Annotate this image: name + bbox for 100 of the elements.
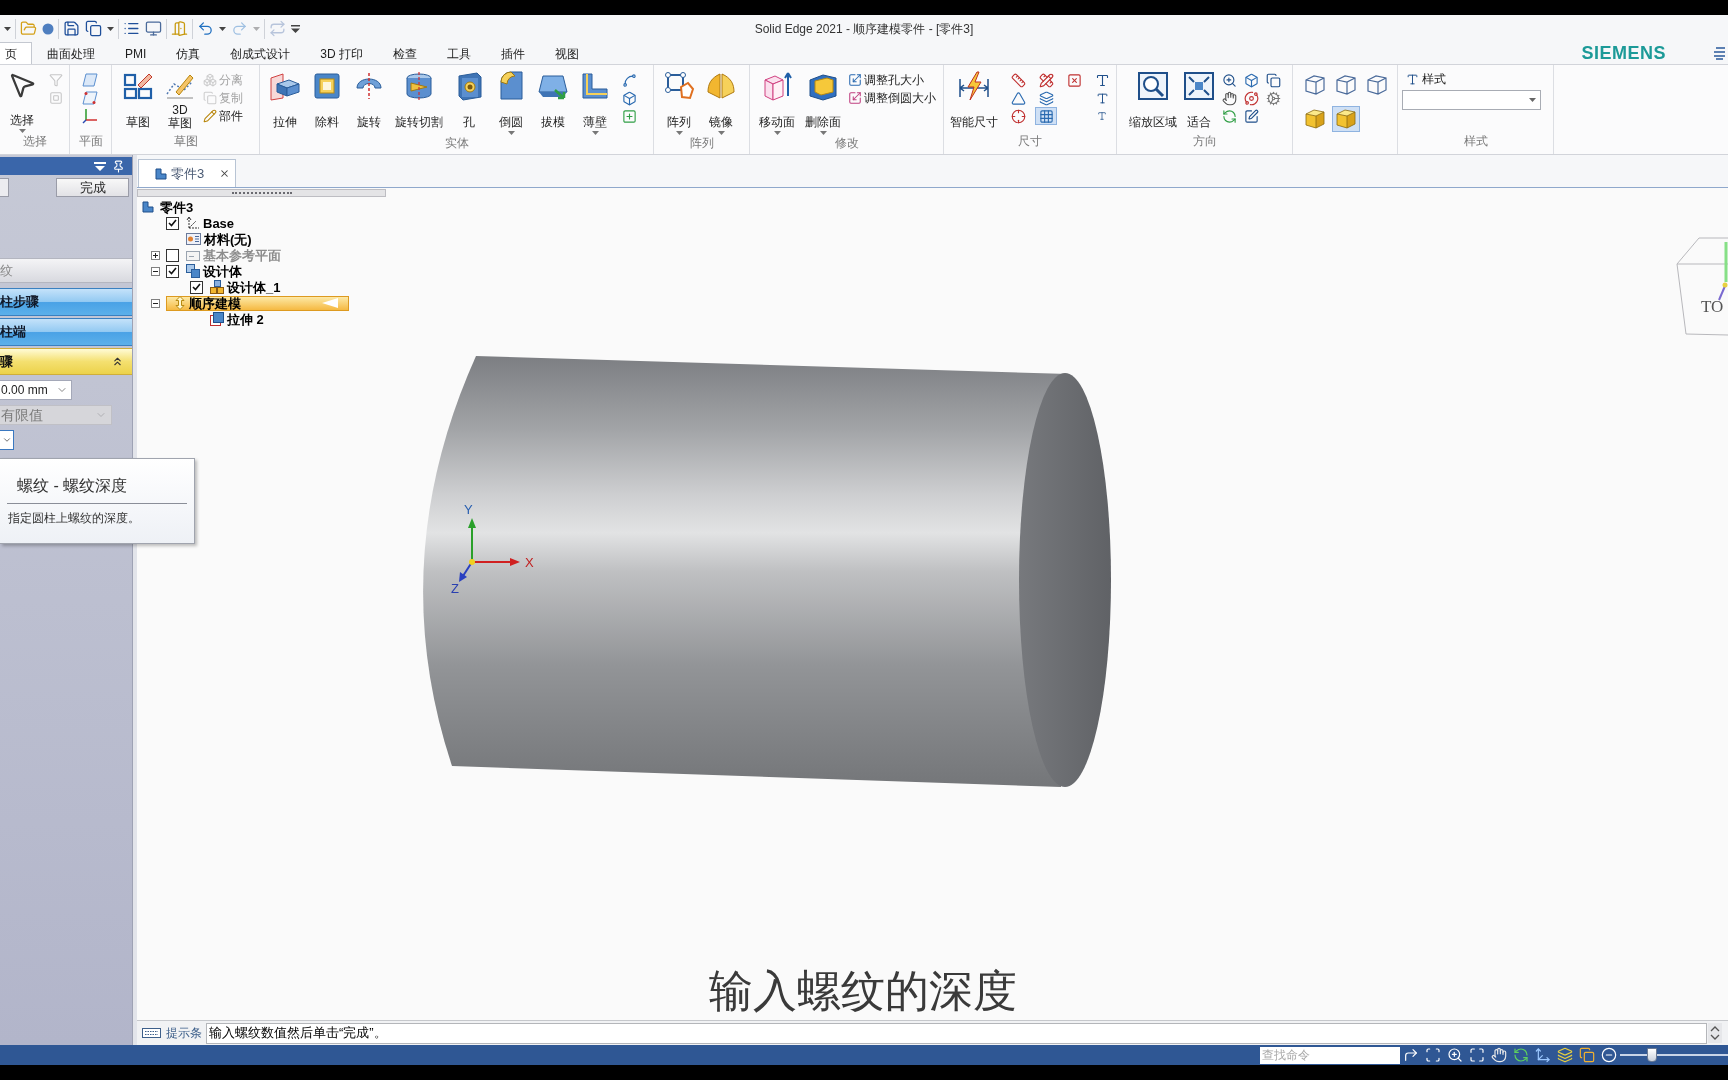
tree-item[interactable]: 零件3	[141, 199, 195, 215]
ribbon-button[interactable]: 缩放区域	[1126, 65, 1180, 129]
caret-icon[interactable]	[219, 26, 226, 31]
copy-icon[interactable]	[85, 20, 102, 37]
ribbon-tab[interactable]: 插件	[486, 42, 541, 64]
ribbon-button[interactable]: 旋转切割	[392, 65, 446, 129]
ribbon-tab[interactable]: 检查	[378, 42, 433, 64]
ribbon-button[interactable]: 除料	[308, 65, 346, 129]
layers-icon[interactable]	[1557, 1047, 1573, 1063]
ribbon-tab[interactable]: 3D 打印	[305, 42, 379, 64]
checkbox[interactable]	[190, 280, 203, 294]
ribbon-tab[interactable]: 曲面处理	[32, 42, 110, 64]
pin-icon[interactable]	[112, 159, 125, 173]
ribbon-button[interactable]: 3D 草图	[161, 65, 199, 130]
scroll-arrows-icon[interactable]	[1708, 1023, 1722, 1043]
step-button[interactable]: 骤	[0, 348, 132, 375]
plus-square-icon[interactable]	[621, 108, 637, 124]
tree-item[interactable]: Base	[185, 215, 236, 231]
maximize-icon[interactable]	[1469, 1047, 1485, 1063]
ribbon-button[interactable]: 选择	[3, 65, 41, 133]
scan-icon[interactable]	[1425, 1047, 1441, 1063]
ribbon-button[interactable]: 调整孔大小	[848, 71, 936, 89]
dropdown-arrow-icon[interactable]	[94, 161, 106, 171]
copy-icon[interactable]	[1579, 1047, 1595, 1063]
curve-icon[interactable]	[621, 72, 637, 88]
caret-icon[interactable]	[507, 131, 515, 135]
hand-icon[interactable]	[1491, 1047, 1507, 1063]
toggle-button[interactable]	[1035, 107, 1057, 125]
caret-icon[interactable]	[819, 131, 827, 135]
copy-icon[interactable]	[1265, 72, 1281, 88]
chevrons-up-icon[interactable]	[111, 355, 124, 368]
ribbon-button[interactable]: 倒圆	[492, 65, 530, 135]
ribbon-tab[interactable]: 页	[0, 42, 32, 64]
axes-arrows-icon[interactable]	[1535, 1047, 1551, 1063]
step-button[interactable]: 柱步骤	[0, 288, 132, 316]
hand-icon[interactable]	[1221, 90, 1237, 106]
ribbon-button[interactable]: 调整倒圆大小	[848, 89, 936, 107]
cube-icon[interactable]	[621, 90, 637, 106]
caret-icon[interactable]	[1529, 98, 1536, 102]
cube-icon[interactable]	[1243, 72, 1259, 88]
tree-item[interactable]: 材料(无)	[185, 231, 253, 247]
caret-icon[interactable]	[675, 131, 683, 135]
ribbon-button[interactable]: 适合	[1180, 65, 1218, 129]
done-button[interactable]: 完成	[56, 178, 129, 197]
cog-icon[interactable]	[1265, 90, 1281, 106]
ribbon-tab[interactable]: 工具	[432, 42, 487, 64]
depth-field[interactable]: 0.00 mm	[0, 380, 72, 400]
undo-icon[interactable]	[197, 20, 214, 37]
ribbon-button[interactable]: 移动面	[756, 65, 798, 135]
ribbon-button[interactable]: 阵列	[660, 65, 698, 135]
save-icon[interactable]	[63, 20, 80, 37]
axes-icon[interactable]	[82, 108, 98, 124]
select-field[interactable]	[0, 430, 14, 450]
checkbox[interactable]	[166, 216, 179, 230]
tree-item[interactable]: 设计体_1	[209, 279, 282, 295]
lines-icon[interactable]	[1712, 46, 1726, 60]
door-icon[interactable]	[171, 20, 188, 37]
sphere-icon[interactable]	[42, 22, 54, 35]
ribbon-button[interactable]: 拔模	[534, 65, 572, 129]
monitor-icon[interactable]	[145, 20, 162, 37]
slider-thumb[interactable]	[1647, 1048, 1658, 1062]
ribbon-button[interactable]: 孔	[450, 65, 488, 129]
toggle-button[interactable]	[1332, 106, 1360, 132]
close-icon[interactable]	[219, 168, 230, 179]
ribbon-tab[interactable]: 创成式设计	[215, 42, 306, 64]
refresh-icon[interactable]	[1513, 1047, 1529, 1063]
zoom-in-icon[interactable]	[1221, 72, 1237, 88]
tree-item[interactable]: 拉伸 2	[209, 311, 265, 327]
ribbon-button[interactable]: 草图	[119, 65, 157, 129]
tree-item[interactable]: 设计体	[185, 263, 243, 279]
ribbon-button[interactable]: 删除面	[802, 65, 844, 135]
corner-arrow-icon[interactable]	[1403, 1047, 1419, 1063]
caret-icon[interactable]	[107, 26, 114, 31]
caret-icon[interactable]	[717, 131, 725, 135]
step-button[interactable]: 柱端	[0, 318, 132, 346]
ribbon-button[interactable]: 薄壁	[576, 65, 614, 135]
caret-icon[interactable]	[18, 129, 26, 133]
ribbon-tab[interactable]: 仿真	[161, 42, 216, 64]
ribbon-button[interactable]: 拉伸	[266, 65, 304, 129]
ribbon-tab[interactable]: 视图	[540, 42, 595, 64]
ribbon-button[interactable]: 旋转	[350, 65, 388, 129]
square-pen-icon[interactable]	[1243, 108, 1259, 124]
caret-icon[interactable]	[4, 26, 11, 31]
panel-grip[interactable]	[137, 189, 386, 197]
minus-box-icon[interactable]	[150, 298, 160, 308]
caret-icon[interactable]	[591, 131, 599, 135]
ribbon-button[interactable]: 镜像	[702, 65, 740, 135]
document-tab[interactable]: 零件3	[138, 159, 236, 187]
checkbox[interactable]	[166, 264, 179, 278]
caret-icon[interactable]	[773, 131, 781, 135]
styles-button[interactable]: 样式	[1406, 71, 1541, 87]
list-icon[interactable]	[123, 20, 140, 37]
plane-points-icon[interactable]	[82, 91, 98, 105]
zoom-out-icon[interactable]	[1601, 1047, 1617, 1063]
customize-icon[interactable]	[291, 24, 300, 33]
checkbox[interactable]	[166, 248, 179, 262]
plane-icon[interactable]	[82, 73, 98, 87]
tree-item[interactable]: 顺序建模	[166, 295, 349, 311]
ribbon-tab[interactable]: PMI	[110, 42, 162, 64]
refresh-icon[interactable]	[1221, 108, 1237, 124]
